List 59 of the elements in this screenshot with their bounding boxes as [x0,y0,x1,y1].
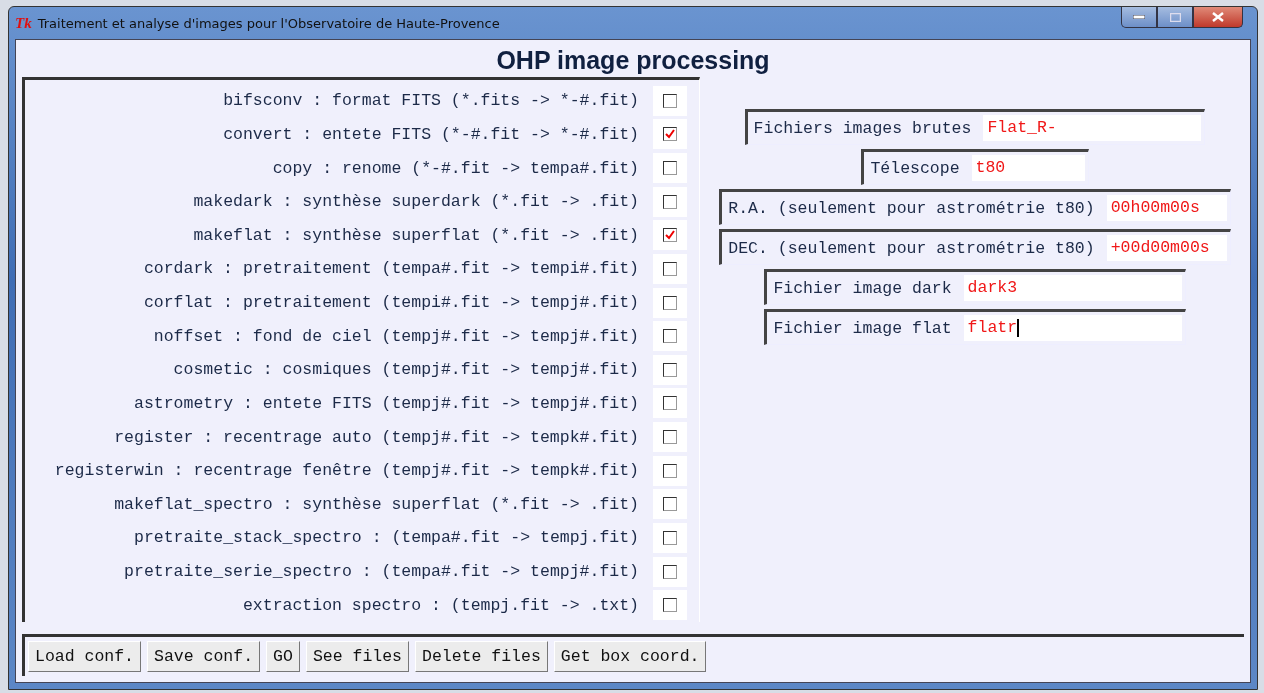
toolbar-button[interactable]: Get box coord. [553,641,707,672]
app-logo: Tk [15,14,32,32]
task-label: pretraite_stack_spectro : (tempa#.fit -> tempj.fit) [134,528,639,548]
input-field[interactable]: +00d00m00s [1106,235,1227,261]
task-label: copy : renome (*-#.fit -> tempa#.fit) [272,158,639,178]
checkbox[interactable] [663,530,677,545]
checkbox[interactable] [663,497,677,512]
window-title: Traitement et analyse d'images pour l'Observatoire de Haute-Provence [37,15,500,31]
minimize-icon [1133,15,1145,19]
checkbox[interactable] [663,194,677,209]
close-button[interactable] [1193,7,1243,28]
checkbox[interactable] [663,463,677,478]
task-label: makeflat : synthèse superflat (*.fit -> .fit) [193,225,639,245]
checkbox[interactable] [663,598,677,613]
field-label: Fichiers images brutes [753,118,972,138]
field-label: Fichier image dark [773,278,952,298]
toolbar-button[interactable]: Save conf. [147,641,261,672]
checkbox[interactable] [663,329,677,344]
task-label: bifsconv : format FITS (*.fits -> *-#.fit) [223,91,639,111]
toolbar-button[interactable]: Load conf. [28,641,142,672]
task-label: registerwin : recentrage fenêtre (tempj#.fit -> tempk#.fit) [54,461,639,481]
input-field[interactable]: 00h00m00s [1106,195,1227,221]
toolbar-button[interactable]: Delete files [415,641,548,672]
task-label: register : recentrage auto (tempj#.fit -> tempk#.fit) [114,427,639,447]
checkbox[interactable] [663,430,677,445]
input-field[interactable]: Flat_R- [983,115,1202,141]
task-label: astrometry : entete FITS (tempj#.fit -> tempj#.fit) [134,393,639,413]
task-label: cosmetic : cosmiques (tempj#.fit -> tempj#.fit) [173,360,639,380]
task-label: convert : entete FITS (*-#.fit -> *-#.fit) [223,124,639,144]
input-field[interactable]: t80 [971,155,1085,181]
toolbar-button[interactable]: See files [305,641,409,672]
checkbox[interactable] [663,564,677,579]
field-label: Télescope [870,158,960,178]
field-label: DEC. (seulement pour astrométrie t80) [728,238,1095,258]
task-label: extraction spectro : (tempj.fit -> .txt) [242,595,639,615]
field-label: R.A. (seulement pour astrométrie t80) [728,198,1095,218]
checkbox[interactable] [663,261,677,276]
app-heading: OHP image processing [495,46,771,75]
maximize-icon [1169,12,1181,22]
input-field[interactable]: flatr [963,315,1182,341]
task-label: makedark : synthèse superdark (*.fit -> .fit) [193,192,639,212]
maximize-button[interactable] [1157,7,1193,28]
task-label: noffset : fond de ciel (tempj#.fit -> tempj#.fit) [153,326,639,346]
checkbox[interactable] [663,228,677,243]
field-label: Fichier image flat [773,318,952,338]
checkbox[interactable] [663,93,677,108]
minimize-button[interactable] [1121,7,1157,28]
checkbox[interactable] [663,396,677,411]
checkbox[interactable] [663,161,677,176]
checkbox[interactable] [663,362,677,377]
close-icon [1212,12,1224,22]
task-label: makeflat_spectro : synthèse superflat (*.fit -> .fit) [114,494,639,514]
input-field[interactable]: dark3 [963,275,1182,301]
task-label: pretraite_serie_spectro : (tempa#.fit -> tempj#.fit) [124,562,639,582]
checkbox[interactable] [663,127,677,142]
checkbox[interactable] [663,295,677,310]
task-label: cordark : pretraitement (tempa#.fit -> tempi#.fit) [143,259,639,279]
task-label: corflat : pretraitement (tempi#.fit -> tempj#.fit) [143,293,639,313]
toolbar-button[interactable]: GO [266,641,300,672]
